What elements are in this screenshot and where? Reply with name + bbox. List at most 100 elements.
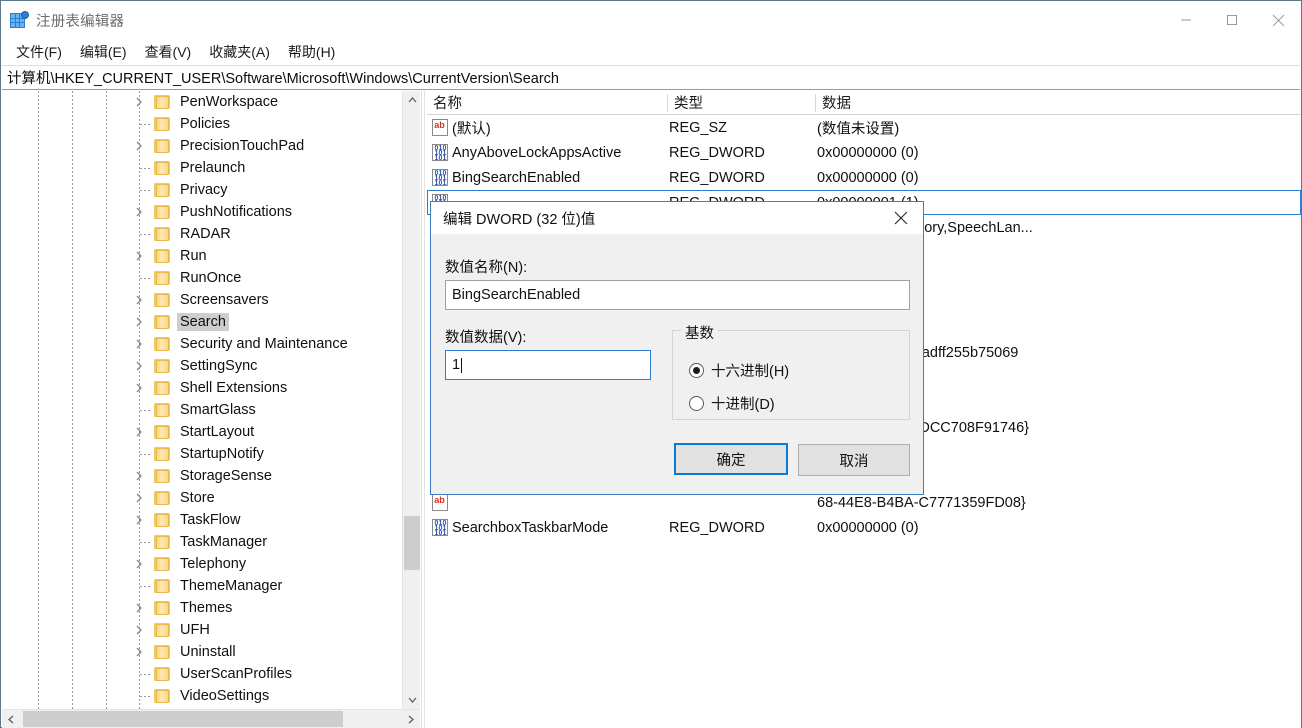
column-header-data[interactable]: 数据 [816, 91, 1301, 114]
dword-value-icon: 011100011 [432, 519, 448, 536]
chevron-right-icon[interactable] [133, 338, 145, 350]
tree-node-label: RunOnce [177, 269, 244, 287]
tree-node[interactable]: StartupNotify [2, 443, 402, 465]
value-type: REG_SZ [669, 120, 727, 136]
chevron-right-icon[interactable] [133, 140, 145, 152]
tree-node[interactable]: RADAR [2, 223, 402, 245]
folder-icon [154, 205, 170, 219]
tree-node-label: Telephony [177, 555, 249, 573]
tree-node[interactable]: ThemeManager [2, 575, 402, 597]
tree-node[interactable]: RunOnce [2, 267, 402, 289]
column-header-name[interactable]: 名称 [427, 91, 667, 114]
chevron-right-icon[interactable] [133, 206, 145, 218]
chevron-right-icon[interactable] [133, 646, 145, 658]
chevron-right-icon[interactable] [133, 96, 145, 108]
tree-node[interactable]: PrecisionTouchPad [2, 135, 402, 157]
tree-node[interactable]: StartLayout [2, 421, 402, 443]
registry-tree[interactable]: PenWorkspacePoliciesPrecisionTouchPadPre… [2, 91, 402, 709]
tree-horizontal-scrollbar[interactable] [2, 709, 420, 728]
tree-node[interactable]: Policies [2, 113, 402, 135]
tree-node[interactable]: Shell Extensions [2, 377, 402, 399]
menu-file[interactable]: 文件(F) [7, 40, 71, 64]
tree-scrollbar-thumb[interactable] [404, 516, 420, 570]
chevron-right-icon[interactable] [133, 624, 145, 636]
tree-node[interactable]: Privacy [2, 179, 402, 201]
pane-splitter[interactable] [421, 91, 425, 728]
chevron-right-icon[interactable] [133, 382, 145, 394]
minimize-button[interactable] [1163, 1, 1209, 39]
dialog-close-button[interactable] [878, 202, 923, 233]
tree-node[interactable]: SmartGlass [2, 399, 402, 421]
tree-node[interactable]: UserScanProfiles [2, 663, 402, 685]
folder-icon [154, 249, 170, 263]
tree-node[interactable]: Run [2, 245, 402, 267]
value-row[interactable]: ab(默认)REG_SZ(数值未设置) [427, 115, 1301, 140]
tree-node[interactable]: PenWorkspace [2, 91, 402, 113]
value-name-text: BingSearchEnabled [452, 287, 580, 303]
menu-view-label: 查看(V) [145, 44, 192, 60]
chevron-right-icon[interactable] [133, 558, 145, 570]
chevron-right-icon[interactable] [133, 360, 145, 372]
folder-icon [154, 381, 170, 395]
value-data: 68-44E8-B4BA-C7771359FD08} [817, 495, 1026, 511]
menu-favorites[interactable]: 收藏夹(A) [200, 40, 279, 64]
chevron-right-icon[interactable] [133, 514, 145, 526]
folder-icon [154, 557, 170, 571]
cancel-button[interactable]: 取消 [798, 444, 910, 476]
scroll-down-icon[interactable] [403, 691, 420, 709]
scroll-up-icon[interactable] [403, 91, 420, 109]
menu-help[interactable]: 帮助(H) [279, 40, 344, 64]
column-header-name-label: 名称 [433, 92, 462, 113]
column-header-type[interactable]: 类型 [668, 91, 815, 114]
value-data-input[interactable]: 1 [445, 350, 651, 380]
tree-node[interactable]: SettingSync [2, 355, 402, 377]
tree-node[interactable]: Screensavers [2, 289, 402, 311]
tree-node[interactable]: Store [2, 487, 402, 509]
chevron-right-icon[interactable] [133, 426, 145, 438]
value-row[interactable]: 011100011SearchboxTaskbarModeREG_DWORD0x… [427, 515, 1301, 540]
tree-node-label: VideoSettings [177, 687, 272, 705]
radio-decimal[interactable]: 十进制(D) [689, 393, 775, 414]
folder-icon [154, 161, 170, 175]
menu-edit[interactable]: 编辑(E) [71, 40, 136, 64]
dword-value-icon: 011100011 [432, 144, 448, 161]
chevron-right-icon[interactable] [133, 294, 145, 306]
tree-node[interactable]: TaskFlow [2, 509, 402, 531]
close-button[interactable] [1255, 1, 1301, 39]
chevron-right-icon[interactable] [133, 492, 145, 504]
tree-node-label: UFH [177, 621, 213, 639]
scroll-right-icon[interactable] [402, 710, 420, 728]
tree-hscrollbar-thumb[interactable] [23, 711, 343, 727]
tree-node-label: TaskManager [177, 533, 270, 551]
tree-node[interactable]: StorageSense [2, 465, 402, 487]
chevron-right-icon[interactable] [133, 250, 145, 262]
ok-button-label: 确定 [717, 449, 746, 470]
folder-icon [154, 579, 170, 593]
tree-node[interactable]: Security and Maintenance [2, 333, 402, 355]
scroll-left-icon[interactable] [2, 710, 20, 728]
maximize-button[interactable] [1209, 1, 1255, 39]
tree-node[interactable]: Prelaunch [2, 157, 402, 179]
tree-node[interactable]: Uninstall [2, 641, 402, 663]
tree-vertical-scrollbar[interactable] [402, 91, 420, 709]
tree-node-label: Shell Extensions [177, 379, 290, 397]
radio-hexadecimal[interactable]: 十六进制(H) [689, 360, 789, 381]
tree-node[interactable]: UFH [2, 619, 402, 641]
address-bar[interactable]: 计算机\HKEY_CURRENT_USER\Software\Microsoft… [2, 65, 1300, 90]
chevron-right-icon[interactable] [133, 316, 145, 328]
value-row[interactable]: 011100011AnyAboveLockAppsActiveREG_DWORD… [427, 140, 1301, 165]
chevron-right-icon[interactable] [133, 470, 145, 482]
chevron-right-icon[interactable] [133, 602, 145, 614]
tree-node[interactable]: Telephony [2, 553, 402, 575]
string-value-icon: ab [432, 494, 448, 511]
ok-button[interactable]: 确定 [674, 443, 788, 475]
tree-node[interactable]: Search [2, 311, 402, 333]
tree-node[interactable]: VideoSettings [2, 685, 402, 707]
menu-view[interactable]: 查看(V) [136, 40, 201, 64]
menu-bar: 文件(F) 编辑(E) 查看(V) 收藏夹(A) 帮助(H) [1, 39, 1301, 65]
tree-node[interactable]: PushNotifications [2, 201, 402, 223]
tree-node[interactable]: Themes [2, 597, 402, 619]
tree-node[interactable]: TaskManager [2, 531, 402, 553]
value-name-input[interactable]: BingSearchEnabled [445, 280, 910, 310]
value-row[interactable]: 011100011BingSearchEnabledREG_DWORD0x000… [427, 165, 1301, 190]
